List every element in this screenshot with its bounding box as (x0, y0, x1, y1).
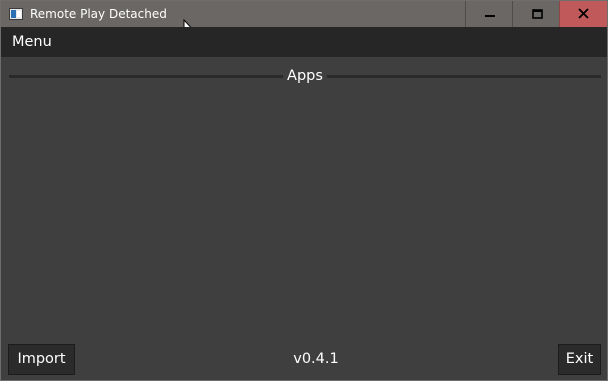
apps-list (5, 87, 603, 335)
version-label: v0.4.1 (293, 351, 339, 367)
section-divider-left (9, 75, 283, 78)
close-button[interactable] (559, 1, 607, 27)
minimize-icon (485, 15, 495, 17)
section-divider-right (327, 75, 601, 78)
window-title: Remote Play Detached (30, 7, 167, 21)
app-icon (9, 8, 23, 20)
apps-section-title: Apps (287, 68, 323, 84)
menu-bar: Menu (1, 27, 607, 57)
apps-section-header: Apps (9, 66, 601, 86)
import-button[interactable]: Import (8, 344, 75, 375)
maximize-icon (532, 9, 543, 19)
menu-item-menu[interactable]: Menu (12, 33, 52, 51)
title-bar[interactable]: Remote Play Detached (1, 1, 607, 27)
maximize-button[interactable] (512, 1, 559, 27)
minimize-button[interactable] (465, 1, 512, 27)
close-icon (578, 8, 589, 19)
exit-button[interactable]: Exit (558, 344, 601, 375)
app-window: Remote Play Detached Menu Apps Import v0… (0, 0, 608, 381)
